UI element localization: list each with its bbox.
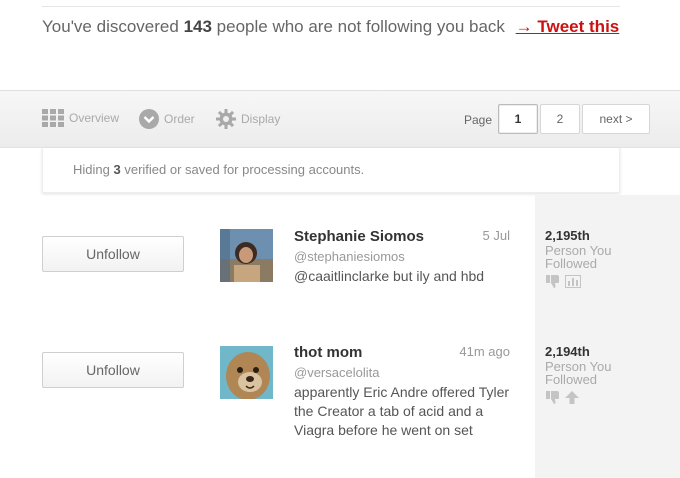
follow-rank: 2,195th — [545, 228, 590, 243]
user-handle: @versacelolita — [294, 365, 380, 380]
headline-text-before: You've discovered — [42, 17, 179, 36]
row-actions — [546, 275, 581, 293]
follow-rank: 2,194th — [545, 344, 590, 359]
row-actions — [546, 391, 579, 409]
latest-tweet: apparently Eric Andre offered Tyler the … — [294, 384, 510, 438]
toolbar: Overview Order Display Page 1 2 next > — [0, 90, 680, 148]
arrow-up-icon[interactable] — [565, 391, 579, 409]
avatar[interactable] — [220, 346, 273, 399]
follow-rank-label: Person You Followed — [545, 243, 612, 271]
tweet-this-link[interactable]: → Tweet this — [516, 17, 620, 36]
hidden-count: 3 — [113, 162, 121, 177]
latest-tweet: @caaitlinclarke but ily and hbd — [294, 268, 485, 284]
page-1-button[interactable]: 1 — [498, 104, 538, 134]
hidden-accounts-notice: Hiding 3 verified or saved for processin… — [42, 148, 620, 193]
top-divider — [42, 6, 620, 7]
grid-icon — [42, 109, 64, 127]
page-label: Page — [464, 113, 493, 127]
order-tool[interactable]: Order — [139, 109, 195, 129]
thumbs-down-icon[interactable] — [546, 275, 560, 293]
follow-rank-label: Person You Followed — [545, 359, 612, 387]
overview-tool[interactable]: Overview — [42, 109, 119, 127]
unfollow-button[interactable]: Unfollow — [42, 352, 184, 388]
unfollow-button[interactable]: Unfollow — [42, 236, 184, 272]
gear-icon — [216, 109, 236, 129]
user-handle: @stephaniesiomos — [294, 249, 405, 264]
thumbs-down-icon[interactable] — [546, 391, 560, 409]
discovery-headline: You've discovered 143 people who are not… — [42, 16, 622, 37]
unfollower-count: 143 — [183, 17, 212, 36]
next-page-button[interactable]: next > — [582, 104, 650, 134]
chevron-down-circle-icon — [139, 109, 159, 129]
display-tool[interactable]: Display — [216, 109, 280, 129]
order-label: Order — [164, 112, 195, 126]
notice-before: Hiding — [73, 162, 110, 177]
notice-text: Hiding 3 verified or saved for processin… — [73, 162, 364, 177]
notice-after: verified or saved for processing account… — [124, 162, 365, 177]
page-2-button[interactable]: 2 — [540, 104, 580, 134]
tweet-time: 5 Jul — [482, 228, 510, 243]
user-name[interactable]: thot mom — [294, 344, 362, 361]
display-label: Display — [241, 112, 281, 126]
avatar[interactable] — [220, 229, 273, 282]
overview-label: Overview — [69, 111, 120, 125]
tweet-time: 41m ago — [459, 344, 510, 359]
user-name[interactable]: Stephanie Siomos — [294, 228, 424, 245]
bar-chart-icon[interactable] — [565, 275, 581, 293]
headline-text-after: people who are not following you back — [216, 17, 505, 36]
